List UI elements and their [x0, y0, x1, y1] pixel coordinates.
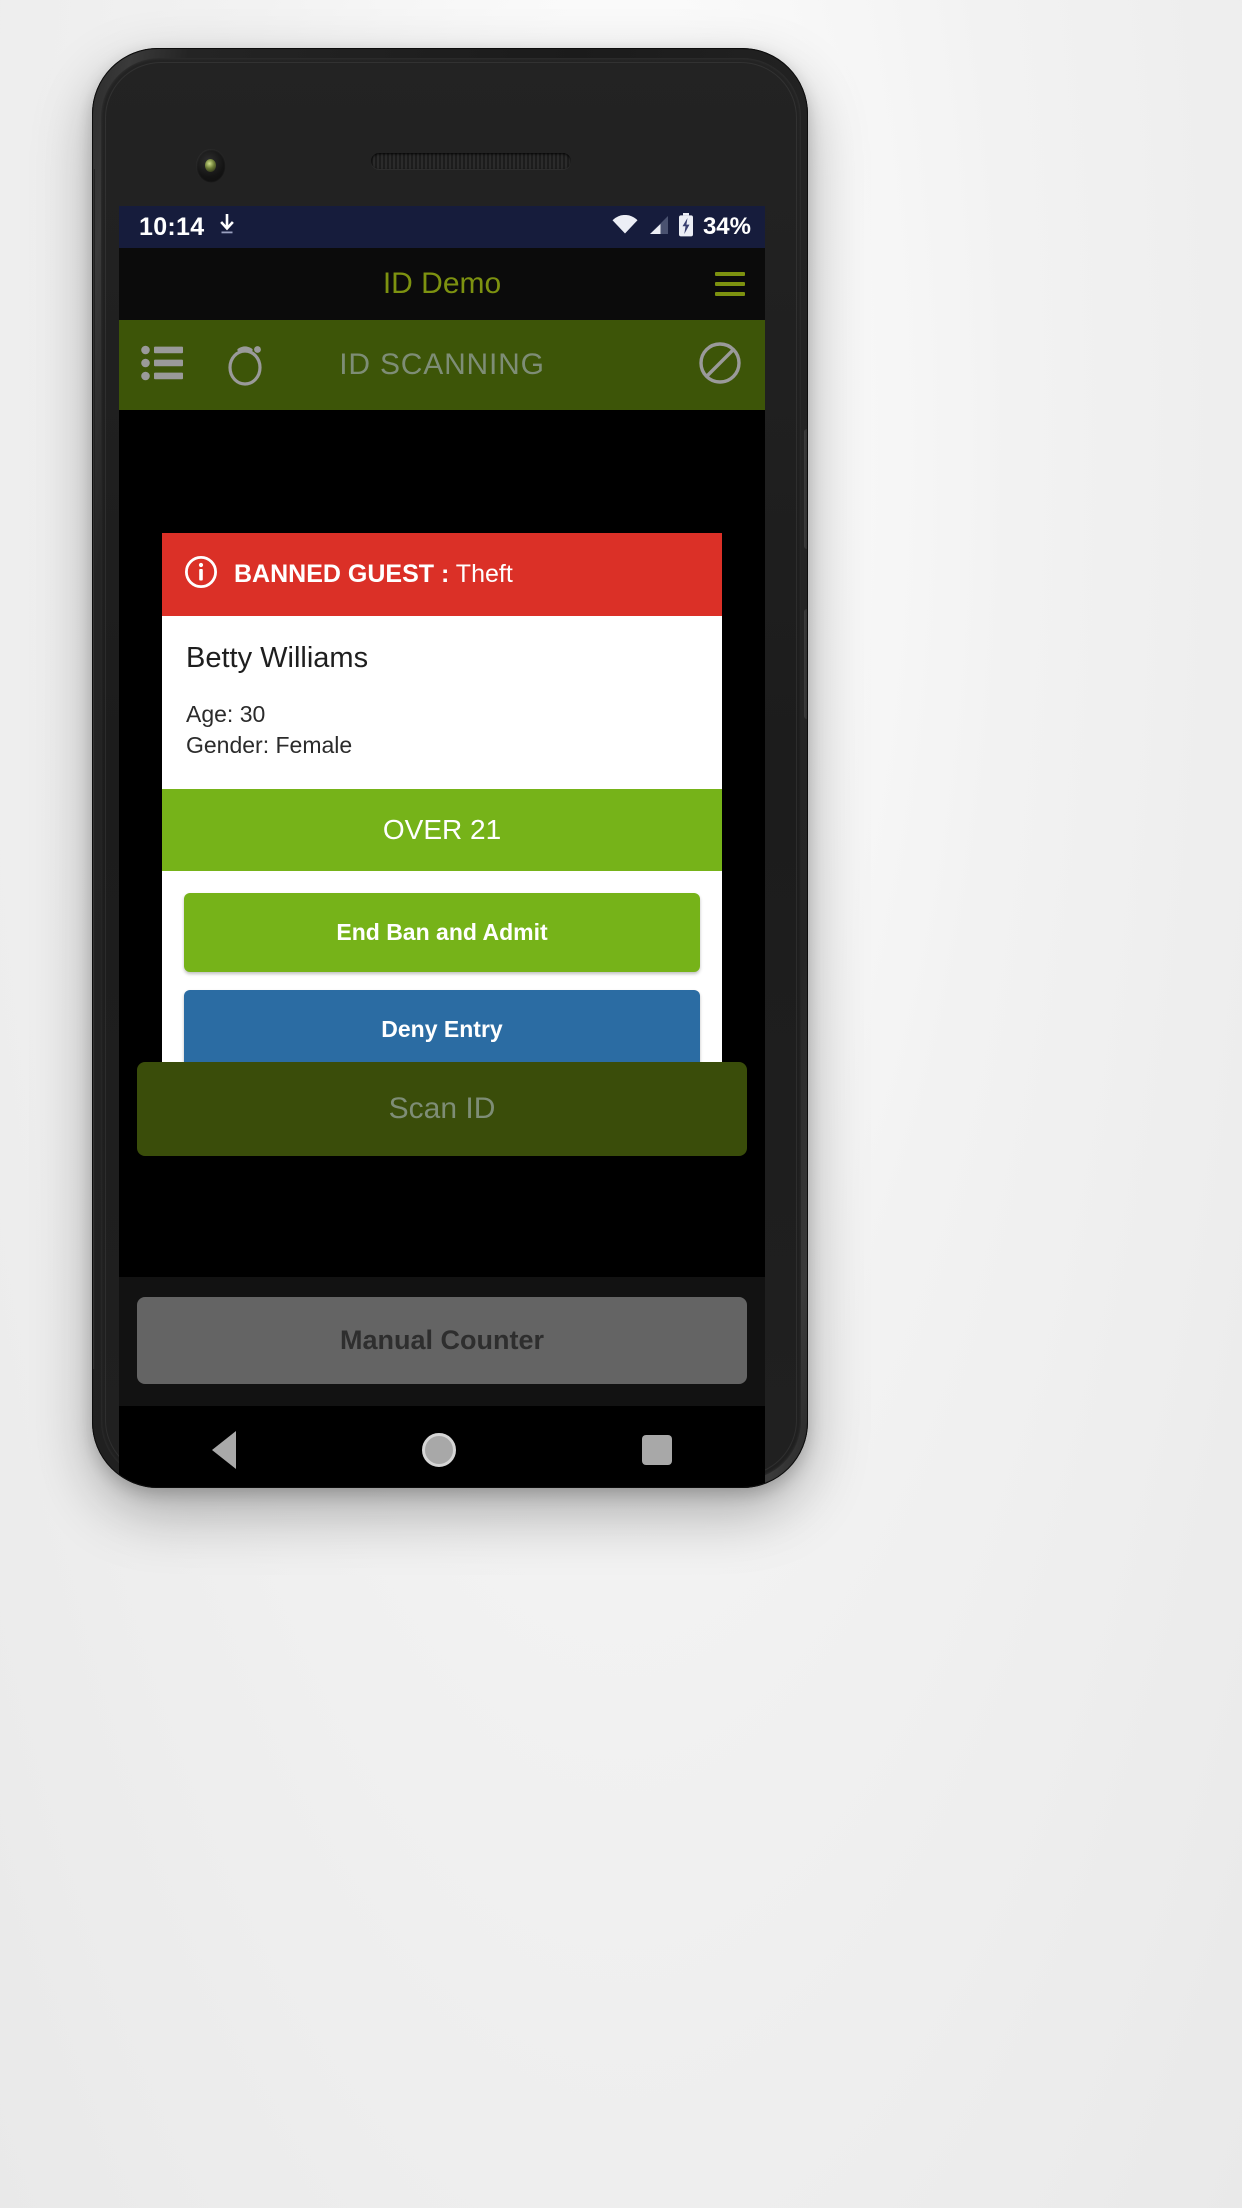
no-entry-icon[interactable]: [697, 340, 743, 391]
end-ban-and-admit-button[interactable]: End Ban and Admit: [184, 893, 700, 973]
age-status-badge: OVER 21: [162, 789, 722, 872]
list-icon[interactable]: [141, 344, 185, 387]
main-content: BANNED GUEST : Theft Betty Williams Age:…: [119, 410, 765, 1406]
phone-screen: 10:14 34% ID Demo ID SCANNING BANNED GUE…: [119, 206, 765, 1406]
wifi-icon: [612, 214, 638, 240]
android-nav-bar: [119, 1406, 765, 1487]
home-circle-icon[interactable]: [422, 1433, 456, 1467]
front-camera-icon: [196, 149, 226, 183]
status-bar-left: 10:14: [139, 213, 236, 242]
scan-toolbar: ID SCANNING: [119, 320, 765, 410]
download-icon: [218, 213, 236, 241]
scan-button-wrapper: Scan ID: [119, 1062, 765, 1156]
person-details: Betty Williams Age: 30 Gender: Female: [162, 616, 722, 789]
person-gender: Gender: Female: [186, 732, 353, 759]
app-bar: ID Demo: [119, 248, 765, 320]
deny-entry-button[interactable]: Deny Entry: [184, 990, 700, 1070]
cellular-signal-icon: [647, 215, 669, 240]
manual-counter-bar: Manual Counter: [119, 1277, 765, 1406]
manual-counter-button[interactable]: Manual Counter: [137, 1297, 747, 1384]
earpiece-speaker: [371, 153, 571, 169]
left-side-rail: [93, 169, 95, 1369]
timer-icon[interactable]: [225, 340, 267, 391]
toolbar-left-icons: [141, 340, 267, 391]
battery-percent: 34%: [702, 213, 751, 240]
banner-label: BANNED GUEST :: [234, 560, 450, 588]
status-bar: 10:14 34%: [119, 206, 765, 248]
person-meta: Age: 30 Gender: Female: [186, 699, 698, 761]
battery-charging-icon: [678, 212, 694, 242]
person-name: Betty Williams: [186, 642, 369, 674]
guest-card: BANNED GUEST : Theft Betty Williams Age:…: [162, 533, 722, 1098]
status-time: 10:14: [139, 212, 205, 241]
status-bar-right: 34%: [612, 212, 751, 242]
power-button[interactable]: [804, 609, 807, 719]
info-circle-icon: [184, 555, 218, 594]
scan-id-button[interactable]: Scan ID: [137, 1062, 747, 1156]
back-triangle-icon[interactable]: [212, 1431, 236, 1469]
banner-reason: Theft: [455, 560, 513, 588]
person-age: Age: 30: [186, 701, 266, 727]
banner-text: BANNED GUEST : Theft: [234, 560, 513, 589]
toolbar-right-icons: [697, 340, 743, 391]
hamburger-menu-icon[interactable]: [715, 272, 745, 296]
screenshot-stage: 10:14 34% ID Demo ID SCANNING BANNED GUE…: [0, 0, 1242, 2208]
banned-guest-banner: BANNED GUEST : Theft: [162, 533, 722, 616]
volume-button[interactable]: [804, 429, 807, 549]
recents-square-icon[interactable]: [642, 1435, 672, 1465]
app-title: ID Demo: [382, 267, 502, 300]
phone-device: 10:14 34% ID Demo ID SCANNING BANNED GUE…: [92, 48, 808, 1488]
